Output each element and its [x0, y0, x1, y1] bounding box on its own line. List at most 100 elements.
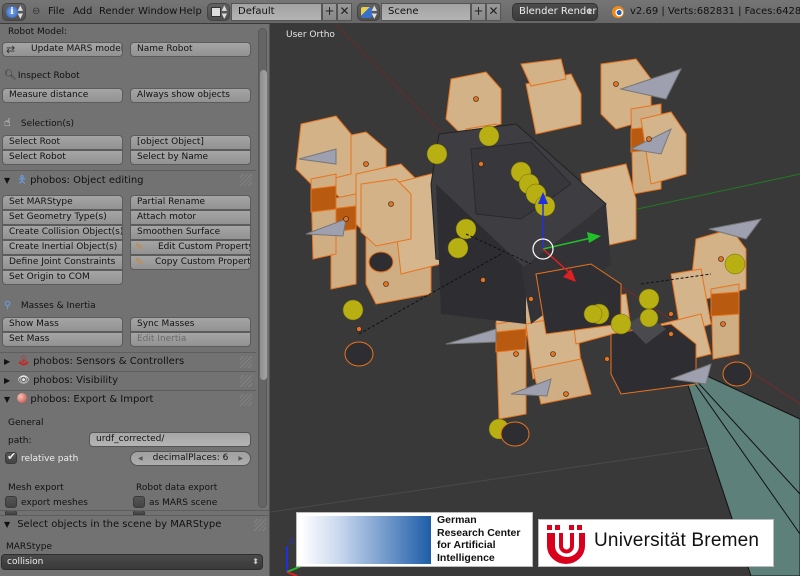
general-label: General: [8, 418, 44, 428]
panel-drag-handle[interactable]: [240, 394, 252, 406]
magnifier-icon: 🔍︎: [4, 70, 17, 81]
section-visibility[interactable]: ▶ 👁︎ phobos: Visibility: [0, 371, 256, 390]
panel-drag-handle[interactable]: [240, 375, 252, 387]
set-mass-button[interactable]: Set Mass: [2, 332, 123, 347]
smoothen-surface-button[interactable]: Smoothen Surface: [130, 225, 251, 240]
collapse-menu-icon[interactable]: ⊖: [32, 3, 40, 21]
marstype-label: MARStype: [6, 542, 52, 552]
relative-path-checkbox[interactable]: [5, 450, 17, 464]
editor-type-selector[interactable]: i ▲ ▼: [2, 3, 26, 21]
add-scene-button[interactable]: +: [471, 3, 486, 21]
section-object-editing[interactable]: ▼ 🯅 phobos: Object editing: [0, 170, 256, 189]
define-joint-constraints-button[interactable]: Define Joint Constraints: [2, 255, 123, 270]
layout-icon: [211, 7, 221, 17]
as-mars-scene-label: as MARS scene: [149, 498, 218, 508]
collapsed-triangle-icon: ▶: [4, 376, 11, 385]
mass-icon: ⚲: [4, 300, 12, 311]
menu-window[interactable]: Window: [138, 3, 177, 21]
button-label: Edit Custom Property: [158, 242, 251, 252]
menu-file[interactable]: File: [48, 3, 65, 21]
panel-drag-handle[interactable]: [254, 519, 266, 531]
masses-heading: ⚲ Masses & Inertia: [4, 300, 96, 312]
refresh-icon: ⇄: [6, 43, 16, 56]
uni-bremen-mark-icon: [547, 525, 585, 564]
updown-icon: ▲ ▼: [371, 4, 377, 20]
tool-shelf: Robot Model: ⇄ Update MARS model Name Ro…: [0, 24, 270, 576]
show-mass-button[interactable]: Show Mass: [2, 317, 123, 332]
close-icon: ✕: [488, 4, 499, 18]
section-title: phobos: Sensors & Controllers: [33, 356, 185, 367]
partial-rename-button[interactable]: Partial Rename: [130, 195, 251, 210]
dfki-line: Research Center: [437, 526, 521, 539]
section-title: phobos: Export & Import: [30, 394, 154, 405]
scrollbar-thumb[interactable]: [260, 70, 267, 380]
path-label: path:: [8, 436, 32, 446]
menu-add[interactable]: Add: [73, 3, 92, 21]
create-inertial-object-button[interactable]: Create Inertial Object(s): [2, 240, 123, 255]
screen-layout-field[interactable]: Default: [231, 3, 322, 21]
select-by-marstype-button[interactable]: [object Object]: [130, 135, 251, 150]
updown-icon: ▲ ▼: [17, 4, 23, 20]
select-root-button[interactable]: Select Root: [2, 135, 123, 150]
increment-arrow-icon[interactable]: ▶: [238, 452, 243, 465]
update-mars-model-button[interactable]: ⇄ Update MARS model: [2, 42, 123, 57]
panel-drag-handle[interactable]: [240, 356, 252, 368]
select-by-name-button[interactable]: Select by Name: [130, 150, 251, 165]
attach-motor-button[interactable]: Attach motor: [130, 210, 251, 225]
marstype-select[interactable]: collision ⬍: [1, 554, 263, 570]
decrement-arrow-icon[interactable]: ◀: [138, 452, 143, 465]
panel-scrollbar[interactable]: [258, 28, 267, 508]
selections-label: Selection(s): [20, 119, 75, 129]
always-show-objects-button[interactable]: Always show objects: [130, 88, 251, 103]
info-header: i ▲ ▼ ⊖ File Add Render Window Help ▲ ▼ De…: [0, 0, 800, 24]
expanded-triangle-icon: ▼: [4, 520, 11, 529]
set-marstype-button[interactable]: Set MARStype: [2, 195, 123, 210]
blender-window: i ▲ ▼ ⊖ File Add Render Window Help ▲ ▼ De…: [0, 0, 800, 576]
scene-field[interactable]: Scene: [381, 3, 471, 21]
scene-browse[interactable]: ▲ ▼: [357, 3, 380, 21]
updown-icon: ⬍: [586, 7, 593, 16]
blender-logo-icon: [612, 6, 624, 18]
pencil-icon: ✎: [135, 242, 144, 253]
export-meshes-checkbox[interactable]: [5, 496, 17, 508]
render-engine-select[interactable]: Blender Render ⬍: [512, 3, 598, 21]
section-title: Select objects in the scene by MARStype: [17, 519, 222, 530]
remove-screen-button[interactable]: ✕: [337, 3, 352, 21]
divider: [0, 510, 269, 511]
section-select-by-marstype[interactable]: ▼ Select objects in the scene by MARStyp…: [0, 515, 269, 534]
sphere-material-icon: [17, 393, 28, 403]
create-collision-object-button[interactable]: Create Collision Object(s): [2, 225, 123, 240]
dfki-mark-icon: [301, 516, 431, 564]
panel-drag-handle[interactable]: [240, 174, 252, 186]
menu-render[interactable]: Render: [99, 3, 135, 21]
inspect-robot-heading: 🔍︎ Inspect Robot: [4, 70, 80, 82]
path-input[interactable]: urdf_corrected/: [89, 432, 251, 447]
section-sensors-controllers[interactable]: ▶ 🕹︎ phobos: Sensors & Controllers: [0, 352, 256, 371]
decimal-places-field[interactable]: ◀ decimalPlaces: 6 ▶: [130, 451, 251, 466]
as-mars-scene-checkbox[interactable]: [133, 496, 145, 508]
scene-render: Z: [271, 24, 800, 576]
name-robot-button[interactable]: Name Robot: [130, 42, 251, 57]
dfki-text: German Research Center for Artificial In…: [437, 514, 520, 564]
remove-scene-button[interactable]: ✕: [486, 3, 501, 21]
screen-layout-browse[interactable]: ▲ ▼: [207, 3, 230, 21]
plus-icon: +: [473, 4, 484, 18]
edit-custom-property-button[interactable]: ✎ Edit Custom Property: [130, 240, 251, 255]
set-geometry-type-button[interactable]: Set Geometry Type(s): [2, 210, 123, 225]
measure-distance-button[interactable]: Measure distance: [2, 88, 123, 103]
set-origin-to-com-button[interactable]: Set Origin to COM: [2, 270, 123, 285]
sync-masses-button[interactable]: Sync Masses: [130, 317, 251, 332]
expanded-triangle-icon: ▼: [4, 395, 11, 404]
hand-icon: ☝: [4, 116, 11, 129]
robot-model-label: Robot Model:: [8, 27, 68, 37]
dfki-line: for Artificial: [437, 539, 496, 551]
select-robot-button[interactable]: Select Robot: [2, 150, 123, 165]
section-export-import[interactable]: ▼ phobos: Export & Import: [0, 390, 256, 409]
copy-custom-property-button[interactable]: ✎ Copy Custom Property: [130, 255, 251, 270]
edit-inertia-button[interactable]: Edit Inertia: [130, 332, 251, 347]
close-icon: ✕: [339, 4, 350, 18]
menu-help[interactable]: Help: [179, 3, 202, 21]
3d-viewport[interactable]: User Ortho Z German Research Center for …: [271, 24, 800, 576]
eye-icon: 👁︎: [17, 375, 30, 386]
add-screen-button[interactable]: +: [322, 3, 337, 21]
